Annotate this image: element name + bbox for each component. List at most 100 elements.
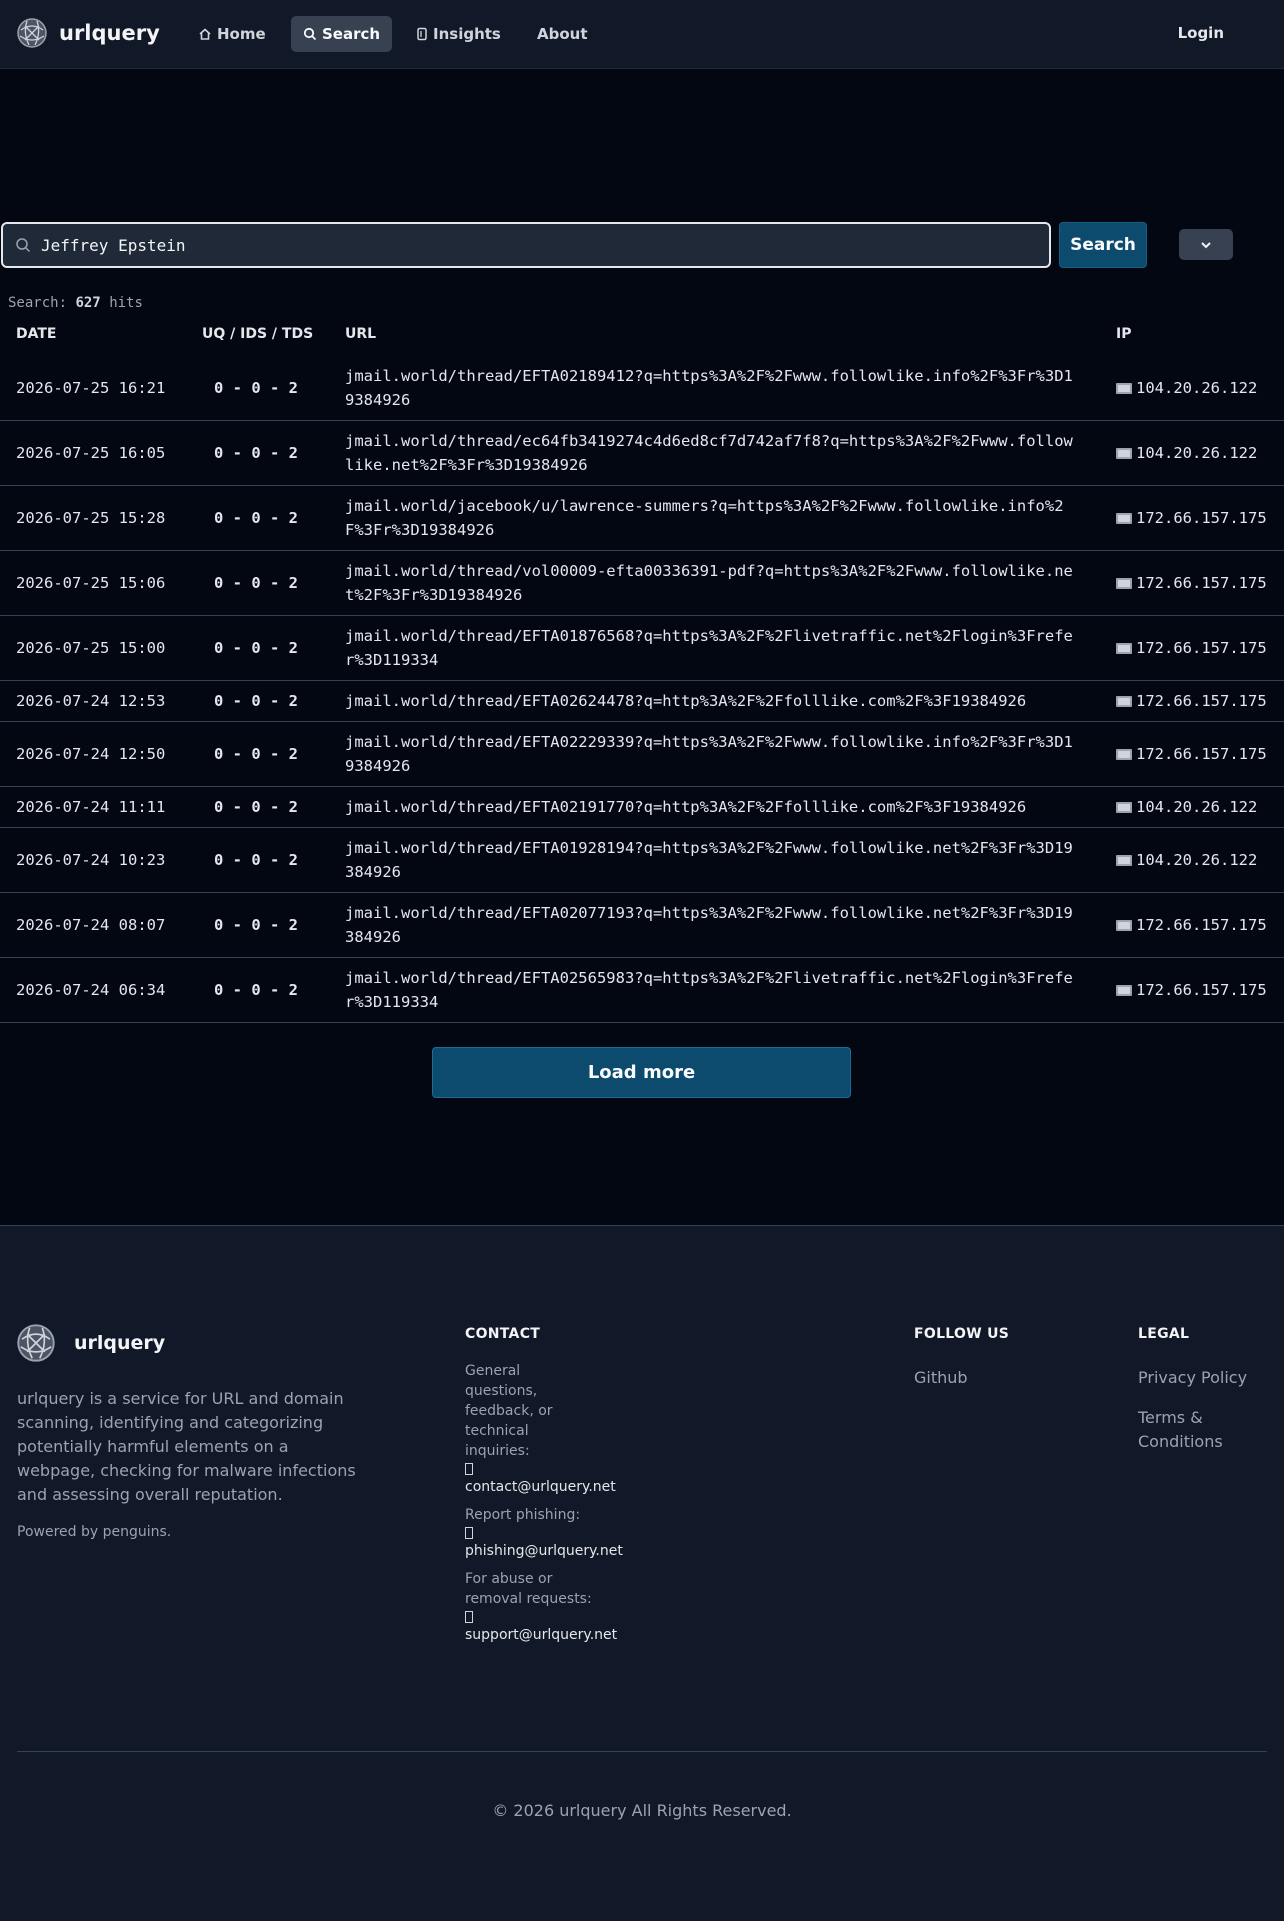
contact-label: General questions, feedback, or technica…	[465, 1363, 553, 1459]
site-footer: urlquery urlquery is a service for URL a…	[0, 1225, 1284, 1921]
row-scores: 0 - 0 - 2	[214, 379, 298, 397]
search-box	[1, 222, 1051, 268]
home-icon	[199, 28, 211, 40]
hits-prefix: Search:	[8, 295, 68, 311]
row-scores: 0 - 0 - 2	[214, 851, 298, 869]
row-url-link[interactable]: jmail.world/thread/vol00009-efta00336391…	[345, 559, 1081, 607]
search-options-dropdown[interactable]	[1179, 229, 1233, 260]
row-url-link[interactable]: jmail.world/thread/EFTA02189412?q=https%…	[345, 364, 1081, 412]
country-flag-icon	[1116, 577, 1132, 589]
row-scores: 0 - 0 - 2	[214, 639, 298, 657]
row-url-link[interactable]: jmail.world/thread/EFTA02191770?q=http%3…	[345, 795, 1081, 819]
nav-insights-label: Insights	[433, 25, 501, 43]
follow-heading: FOLLOW US	[914, 1326, 1010, 1342]
footer-brand-name: urlquery	[74, 1332, 166, 1354]
row-date: 2026-07-25 15:06	[16, 574, 166, 592]
row-date: 2026-07-24 08:07	[16, 916, 166, 934]
table-row[interactable]: 2026-07-24 12:53 0 - 0 - 2 jmail.world/t…	[0, 681, 1284, 722]
row-ip: 172.66.157.175	[1116, 981, 1267, 999]
row-ip: 104.20.26.122	[1116, 444, 1257, 462]
search-icon	[303, 27, 317, 41]
mail-icon	[465, 1463, 473, 1475]
row-url-link[interactable]: jmail.world/thread/EFTA02565983?q=https%…	[345, 966, 1081, 1014]
table-row[interactable]: 2026-07-25 16:21 0 - 0 - 2 jmail.world/t…	[0, 356, 1284, 421]
row-url-link[interactable]: jmail.world/jacebook/u/lawrence-summers?…	[345, 494, 1081, 542]
row-date: 2026-07-24 12:50	[16, 745, 166, 763]
row-ip-value: 172.66.157.175	[1136, 509, 1267, 527]
row-scores: 0 - 0 - 2	[214, 798, 298, 816]
privacy-policy-link[interactable]: Privacy Policy	[1138, 1366, 1247, 1390]
copyright: © 2026 urlquery All Rights Reserved.	[492, 1801, 792, 1820]
contact-item: General questions, feedback, or technica…	[465, 1361, 655, 1497]
table-row[interactable]: 2026-07-24 06:34 0 - 0 - 2 jmail.world/t…	[0, 958, 1284, 1023]
row-scores: 0 - 0 - 2	[214, 444, 298, 462]
table-row[interactable]: 2026-07-24 12:50 0 - 0 - 2 jmail.world/t…	[0, 722, 1284, 787]
row-scores: 0 - 0 - 2	[214, 509, 298, 527]
urlquery-logo-icon	[17, 18, 47, 48]
row-ip: 172.66.157.175	[1116, 745, 1267, 763]
search-input[interactable]	[41, 235, 1049, 255]
nav-about-link[interactable]: About	[525, 16, 600, 52]
nav-search-link[interactable]: Search	[291, 16, 393, 52]
table-row[interactable]: 2026-07-24 10:23 0 - 0 - 2 jmail.world/t…	[0, 828, 1284, 893]
row-ip: 172.66.157.175	[1116, 509, 1267, 527]
footer-description: urlquery is a service for URL and domain…	[17, 1389, 356, 1504]
country-flag-icon	[1116, 984, 1132, 996]
row-url-link[interactable]: jmail.world/thread/EFTA01876568?q=https%…	[345, 624, 1081, 672]
row-ip: 172.66.157.175	[1116, 916, 1267, 934]
footer-powered-by: Powered by penguins.	[17, 1524, 172, 1540]
nav-home-label: Home	[217, 25, 266, 43]
table-row[interactable]: 2026-07-24 11:11 0 - 0 - 2 jmail.world/t…	[0, 787, 1284, 828]
country-flag-icon	[1116, 748, 1132, 760]
phishing-email-link[interactable]: phishing@urlquery.net	[465, 1541, 655, 1561]
results-table-body: 2026-07-25 16:21 0 - 0 - 2 jmail.world/t…	[0, 356, 1284, 1023]
row-ip: 104.20.26.122	[1116, 379, 1257, 397]
table-row[interactable]: 2026-07-25 16:05 0 - 0 - 2 jmail.world/t…	[0, 421, 1284, 486]
nav-search-label: Search	[322, 25, 381, 43]
table-row[interactable]: 2026-07-25 15:28 0 - 0 - 2 jmail.world/j…	[0, 486, 1284, 551]
row-ip-value: 172.66.157.175	[1136, 639, 1267, 657]
row-url-link[interactable]: jmail.world/thread/EFTA02624478?q=http%3…	[345, 689, 1081, 713]
row-ip: 172.66.157.175	[1116, 692, 1267, 710]
row-url-link[interactable]: jmail.world/thread/EFTA02077193?q=https%…	[345, 901, 1081, 949]
results-table-header: DATE UQ / IDS / TDS URL IP	[0, 326, 1284, 356]
row-scores: 0 - 0 - 2	[214, 981, 298, 999]
contact-list: General questions, feedback, or technica…	[465, 1361, 655, 1653]
terms-link[interactable]: Terms & Conditions	[1138, 1406, 1248, 1454]
nav-home-link[interactable]: Home	[186, 16, 278, 52]
support-email-link[interactable]: support@urlquery.net	[465, 1625, 655, 1645]
country-flag-icon	[1116, 382, 1132, 394]
footer-brand[interactable]: urlquery	[17, 1324, 165, 1362]
column-header-scores: UQ / IDS / TDS	[202, 326, 314, 342]
row-date: 2026-07-24 06:34	[16, 981, 166, 999]
row-ip: 104.20.26.122	[1116, 798, 1257, 816]
table-row[interactable]: 2026-07-25 15:00 0 - 0 - 2 jmail.world/t…	[0, 616, 1284, 681]
mail-icon	[465, 1611, 473, 1623]
insights-icon	[417, 27, 427, 41]
row-ip-value: 172.66.157.175	[1136, 745, 1267, 763]
search-hits-summary: Search: 627 hits	[8, 295, 143, 311]
table-row[interactable]: 2026-07-24 08:07 0 - 0 - 2 jmail.world/t…	[0, 893, 1284, 958]
row-url-link[interactable]: jmail.world/thread/EFTA01928194?q=https%…	[345, 836, 1081, 884]
row-date: 2026-07-24 12:53	[16, 692, 166, 710]
row-ip-value: 104.20.26.122	[1136, 379, 1258, 397]
brand-name: urlquery	[59, 21, 160, 45]
load-more-button[interactable]: Load more	[432, 1047, 851, 1098]
table-row[interactable]: 2026-07-25 15:06 0 - 0 - 2 jmail.world/t…	[0, 551, 1284, 616]
column-header-url: URL	[345, 326, 377, 342]
legal-heading: LEGAL	[1138, 1326, 1190, 1342]
country-flag-icon	[1116, 695, 1132, 707]
search-button[interactable]: Search	[1059, 222, 1147, 268]
contact-email-link[interactable]: contact@urlquery.net	[465, 1477, 655, 1497]
brand-link[interactable]: urlquery	[17, 18, 160, 48]
row-url-link[interactable]: jmail.world/thread/ec64fb3419274c4d6ed8c…	[345, 429, 1081, 477]
country-flag-icon	[1116, 642, 1132, 654]
contact-label: Report phishing:	[465, 1507, 581, 1523]
login-link[interactable]: Login	[1178, 24, 1224, 42]
github-link[interactable]: Github	[914, 1366, 968, 1390]
column-header-ip: IP	[1116, 326, 1132, 342]
nav-insights-link[interactable]: Insights	[404, 16, 513, 52]
row-url-link[interactable]: jmail.world/thread/EFTA02229339?q=https%…	[345, 730, 1081, 778]
row-scores: 0 - 0 - 2	[214, 745, 298, 763]
row-scores: 0 - 0 - 2	[214, 916, 298, 934]
